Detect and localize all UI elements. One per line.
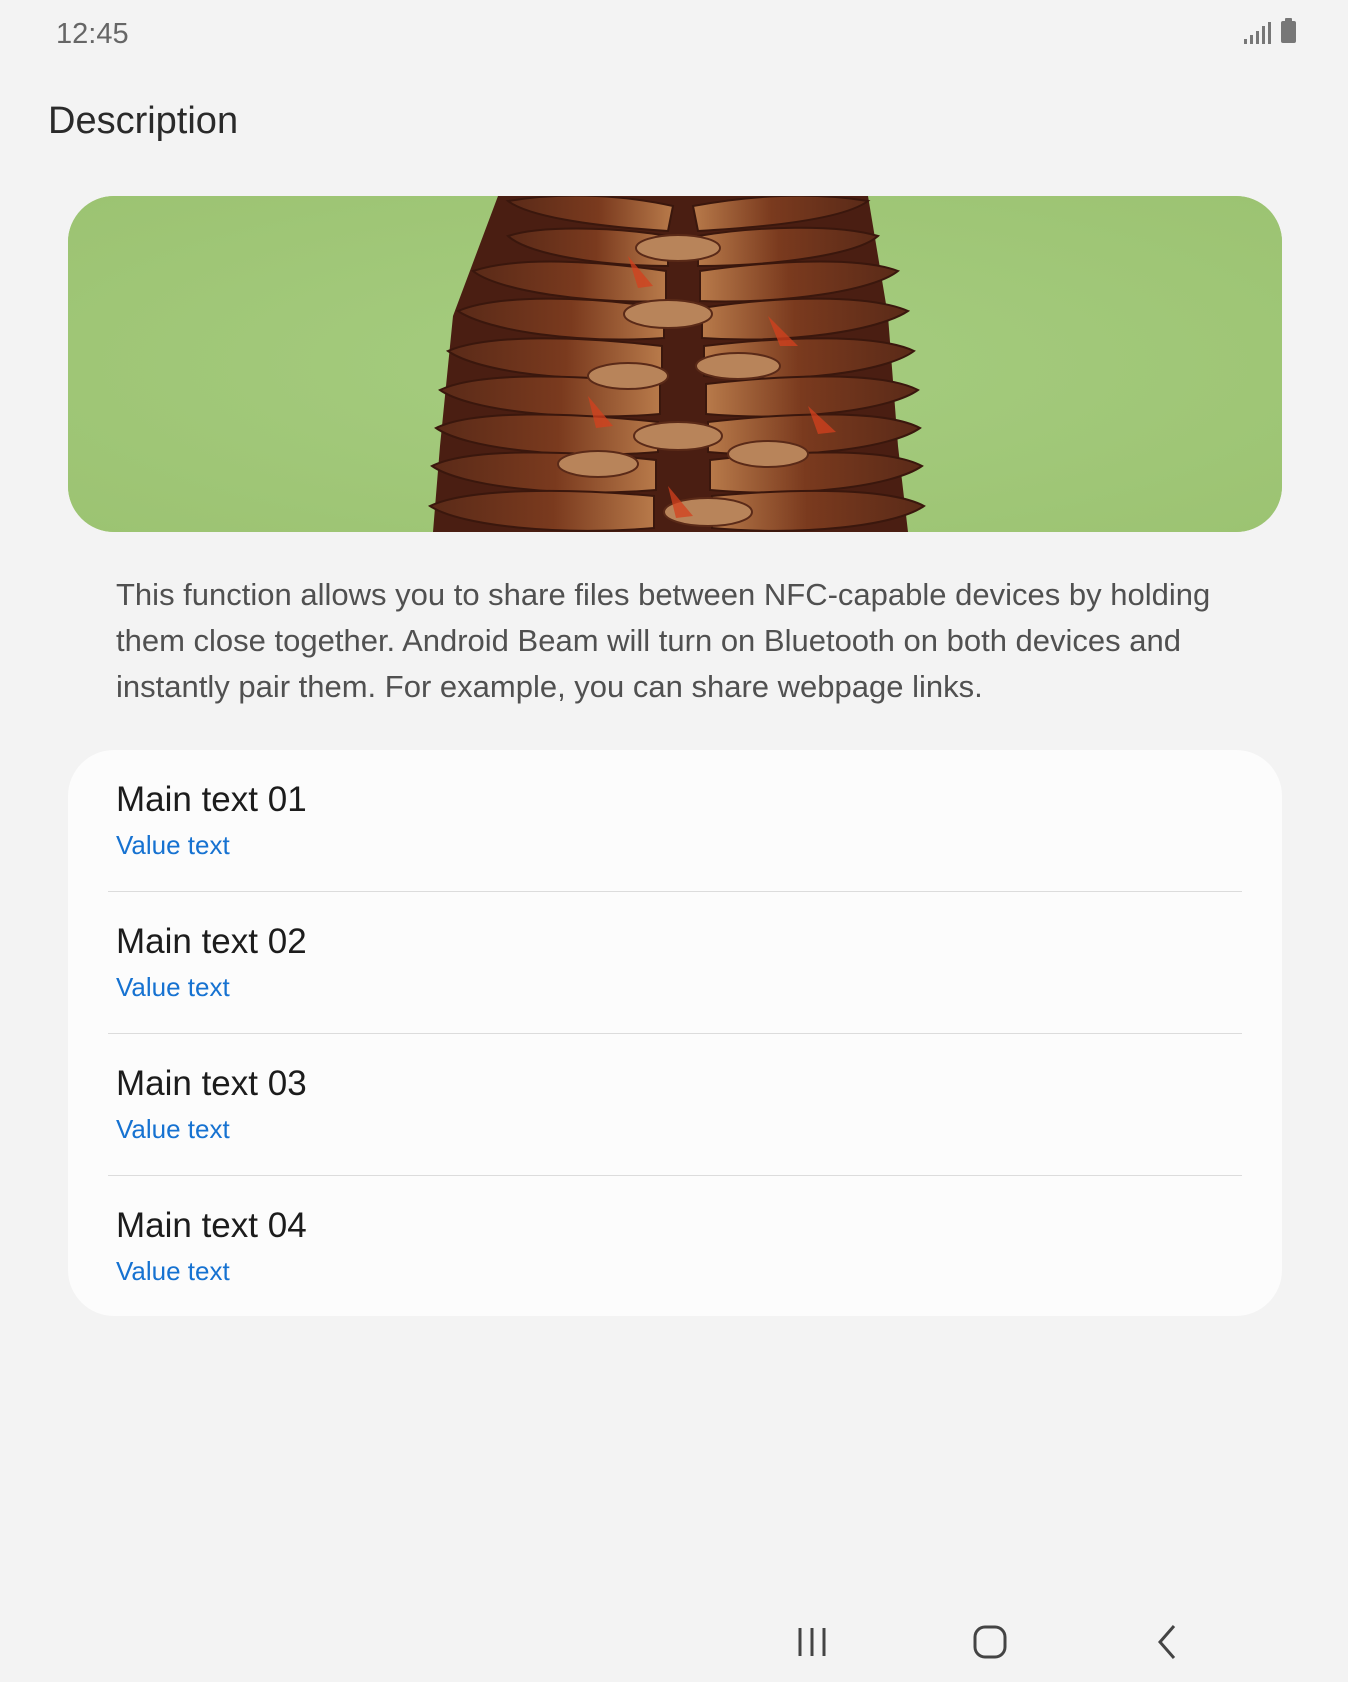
list-item-main-text: Main text 04	[116, 1206, 307, 1245]
status-bar: 12:45	[0, 0, 1348, 70]
list-item-main-text: Main text 03	[116, 1064, 307, 1103]
hero-image	[68, 196, 1282, 532]
signal-icon	[1244, 20, 1271, 44]
description-text: This function allows you to share files …	[116, 577, 1211, 704]
status-time: 12:45	[56, 18, 129, 50]
list-item-value-text: Value text	[116, 1114, 230, 1144]
recents-icon[interactable]	[782, 1612, 842, 1672]
list-item-value-text: Value text	[116, 830, 230, 860]
status-icons	[1244, 18, 1296, 44]
list-item[interactable]: Main text 01 Value text	[68, 750, 1282, 892]
battery-icon	[1281, 18, 1296, 43]
list-item[interactable]: Main text 03 Value text	[68, 1034, 1282, 1176]
list-item[interactable]: Main text 04 Value text	[68, 1176, 1282, 1316]
page-title: Description	[48, 100, 239, 142]
list-item-value-text: Value text	[116, 972, 230, 1002]
back-icon[interactable]	[1138, 1612, 1198, 1672]
home-icon[interactable]	[960, 1612, 1020, 1672]
list-item-main-text: Main text 02	[116, 922, 307, 961]
navigation-bar	[0, 1600, 1348, 1682]
list-item-value-text: Value text	[116, 1256, 230, 1286]
list-item-main-text: Main text 01	[116, 780, 307, 819]
pine-cone-image	[68, 196, 1282, 532]
settings-list-card: Main text 01 Value text Main text 02 Val…	[68, 750, 1282, 1316]
list-item[interactable]: Main text 02 Value text	[68, 892, 1282, 1034]
